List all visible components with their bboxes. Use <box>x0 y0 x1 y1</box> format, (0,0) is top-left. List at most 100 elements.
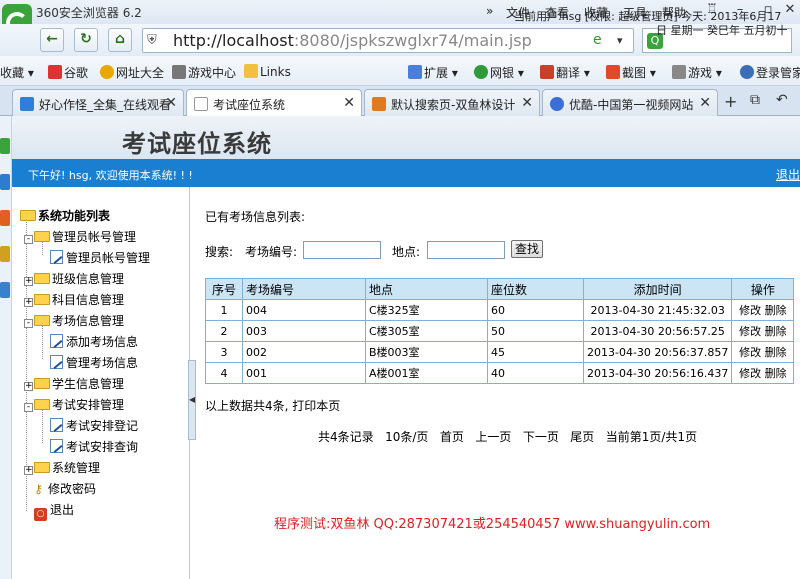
expand-icon[interactable]: + <box>24 466 33 475</box>
fav-translate[interactable]: 翻译 ▾ <box>540 64 590 81</box>
delete-link[interactable]: 删除 <box>765 367 787 380</box>
favorites-bar: 收藏 ▾ 谷歌 网址大全 游戏中心 Links 扩展 ▾ 网银 ▾ 翻译 ▾ 截… <box>0 56 800 86</box>
cell-no: 3 <box>205 341 243 363</box>
tree-exam-schedule[interactable]: - 考试安排管理 <box>24 396 124 413</box>
sidebar-app-icon[interactable] <box>0 282 10 298</box>
cell-time: 2013-04-30 20:56:57.25 <box>582 320 733 342</box>
chevron-down-icon[interactable]: ▾ <box>617 34 623 47</box>
pager-current: 当前第1页/共1页 <box>605 430 698 444</box>
fav-extend[interactable]: 扩展 ▾ <box>408 64 458 81</box>
expand-icon[interactable]: + <box>24 277 33 286</box>
fav-login[interactable]: 登录管家 <box>740 64 800 81</box>
close-icon[interactable]: ✕ <box>343 95 355 111</box>
close-icon[interactable]: ✕ <box>699 95 711 111</box>
close-icon[interactable]: ✕ <box>165 95 177 111</box>
col-time: 添加时间 <box>582 278 733 300</box>
pager-next[interactable]: 下一页 <box>523 430 559 444</box>
tab-3[interactable]: 默认搜索页-双鱼林设计 ✕ <box>364 89 540 116</box>
tab-list-icon[interactable]: ⧉ <box>750 92 760 108</box>
app-title: 360安全浏览器 6.2 <box>36 6 142 20</box>
pager-last[interactable]: 尾页 <box>570 430 594 444</box>
edit-link[interactable]: 修改 <box>739 346 761 359</box>
fav-collect[interactable]: 收藏 ▾ <box>0 64 34 81</box>
search-button[interactable]: 查找 <box>511 240 543 258</box>
edit-link[interactable]: 修改 <box>739 304 761 317</box>
tree-admin-account[interactable]: - 管理员帐号管理 <box>24 228 136 245</box>
summary-text: 以上数据共4条, 打印本页 <box>205 399 341 413</box>
sidebar-app-icon[interactable] <box>0 246 10 262</box>
tree-system-manage[interactable]: + 系统管理 <box>24 459 100 476</box>
collapse-icon[interactable]: - <box>24 319 33 328</box>
cell-no: 2 <box>205 320 243 342</box>
tree-class-info[interactable]: + 班级信息管理 <box>24 270 124 287</box>
folder-icon <box>34 462 50 473</box>
site-icon <box>20 97 34 111</box>
key-icon <box>740 65 754 79</box>
cell-time: 2013-04-30 20:56:16.437 <box>582 362 733 384</box>
tab-label: 优酷-中国第一视频网站 <box>569 98 694 112</box>
url-text[interactable]: http://localhost:8080/jspkszwglxr74/main… <box>173 31 532 50</box>
tree-manage-exam-room[interactable]: 管理考场信息 <box>50 354 138 371</box>
expand-icon[interactable]: + <box>24 298 33 307</box>
room-code-label: 考场编号: <box>245 245 298 259</box>
collapse-icon[interactable]: - <box>24 235 33 244</box>
undo-close-icon[interactable]: ↶ <box>776 92 788 108</box>
pager-prev[interactable]: 上一页 <box>475 430 511 444</box>
tree-exam-schedule-register[interactable]: 考试安排登记 <box>50 417 138 434</box>
fav-links[interactable]: Links <box>244 64 291 79</box>
place-input[interactable] <box>427 241 505 259</box>
fav-games[interactable]: 游戏中心 <box>172 64 236 81</box>
tree-exam-room-info[interactable]: - 考场信息管理 <box>24 312 124 329</box>
tree-subject-info[interactable]: + 科目信息管理 <box>24 291 124 308</box>
fav-nav[interactable]: 网址大全 <box>100 64 164 81</box>
delete-link[interactable]: 删除 <box>765 304 787 317</box>
room-code-input[interactable] <box>303 241 381 259</box>
new-tab-button[interactable]: + <box>724 92 737 111</box>
fav-game[interactable]: 游戏 ▾ <box>672 64 722 81</box>
tab-1[interactable]: 好心作怪_全集_在线观看 ✕ <box>12 89 184 116</box>
delete-link[interactable]: 删除 <box>765 346 787 359</box>
sidebar-collapse-handle[interactable]: ◀ <box>188 360 196 440</box>
print-link[interactable]: 打印本页 <box>292 399 340 413</box>
table-row: 4 001 A楼001室 40 2013-04-30 20:56:16.437 … <box>205 362 795 384</box>
tab-2[interactable]: 考试座位系统 ✕ <box>186 89 362 117</box>
sidebar-app-icon[interactable] <box>0 210 10 226</box>
tree-exit[interactable]: ○ 退出 <box>34 501 74 521</box>
play-icon <box>550 97 564 111</box>
tab-4[interactable]: 优酷-中国第一视频网站 ✕ <box>542 89 718 116</box>
tree-exam-schedule-query[interactable]: 考试安排查询 <box>50 438 138 455</box>
fav-screenshot[interactable]: 截图 ▾ <box>606 64 656 81</box>
tree-add-exam-room[interactable]: 添加考场信息 <box>50 333 138 350</box>
tree-change-password[interactable]: ⚷ 修改密码 <box>34 480 96 497</box>
tree-admin-account-manage[interactable]: 管理员帐号管理 <box>50 249 150 266</box>
ie-mode-icon[interactable]: e <box>593 32 602 48</box>
home-button[interactable]: ⌂ <box>108 28 132 52</box>
folder-open-icon <box>34 315 50 326</box>
bank-shield-icon <box>474 65 488 79</box>
edit-link[interactable]: 修改 <box>739 367 761 380</box>
sidebar-app-icon[interactable] <box>0 138 10 154</box>
back-button[interactable]: ← <box>40 28 64 52</box>
refresh-button[interactable]: ↻ <box>74 28 98 52</box>
fav-google[interactable]: 谷歌 <box>48 64 88 81</box>
delete-link[interactable]: 删除 <box>765 325 787 338</box>
menu-arrow-icon[interactable]: » <box>486 4 493 18</box>
cell-code: 003 <box>242 320 366 342</box>
nav-icon <box>100 65 114 79</box>
fav-bank[interactable]: 网银 ▾ <box>474 64 524 81</box>
logout-link[interactable]: 退出 <box>776 166 800 183</box>
cell-actions: 修改 删除 <box>731 362 795 384</box>
pager-first[interactable]: 首页 <box>440 430 464 444</box>
pager-per-page: 10条/页 <box>385 430 429 444</box>
sidebar-app-icon[interactable] <box>0 174 10 190</box>
folder-open-icon <box>34 231 50 242</box>
cell-place: C楼305室 <box>365 320 488 342</box>
close-icon[interactable]: ✕ <box>521 95 533 111</box>
close-window-button[interactable]: ✕ <box>780 0 800 22</box>
collapse-icon[interactable]: - <box>24 403 33 412</box>
tree-student-info[interactable]: + 学生信息管理 <box>24 375 124 392</box>
edit-link[interactable]: 修改 <box>739 325 761 338</box>
address-bar[interactable]: ⛨ http://localhost:8080/jspkszwglxr74/ma… <box>142 28 634 53</box>
expand-icon[interactable]: + <box>24 382 33 391</box>
folder-open-icon <box>20 210 36 221</box>
